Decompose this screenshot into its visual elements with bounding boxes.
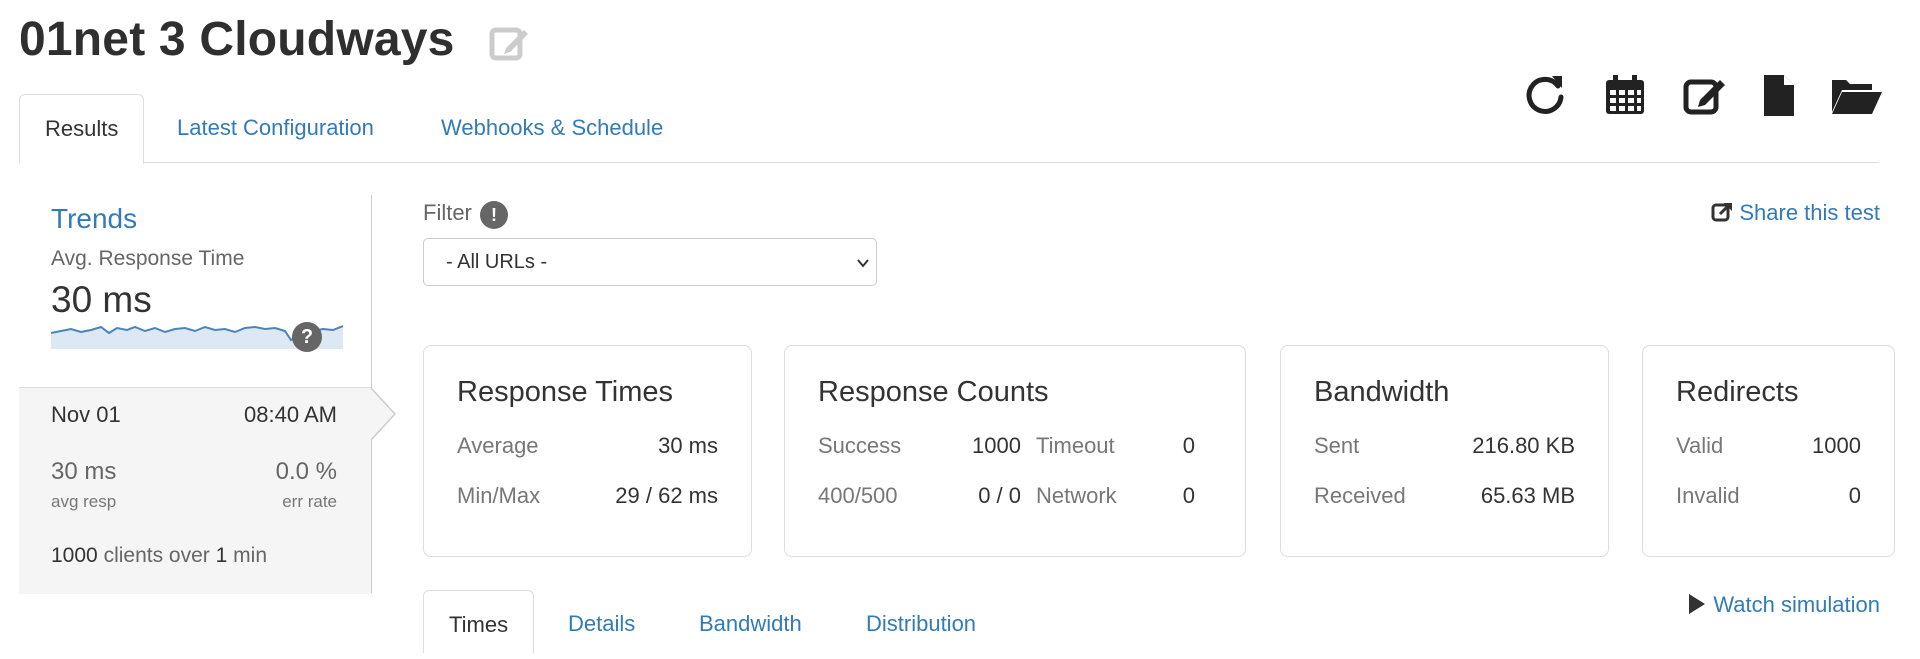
trends-value: 30 ms <box>51 279 152 320</box>
network-label: Network <box>1036 483 1117 508</box>
trend-clients-text: clients over <box>103 544 210 567</box>
error-4xx5xx-label: 400/500 <box>818 483 898 508</box>
trend-duration-num: 1 <box>215 544 228 567</box>
response-times-title: Response Times <box>457 376 673 408</box>
sent-value: 216.80 KB <box>1472 433 1575 458</box>
valid-label: Valid <box>1676 433 1724 458</box>
average-value: 30 ms <box>658 433 718 458</box>
url-filter-selected: - All URLs - <box>446 251 548 273</box>
trend-err-label: err rate <box>282 492 337 511</box>
success-label: Success <box>818 433 902 458</box>
success-value: 1000 <box>972 433 1021 458</box>
edit-title-icon[interactable] <box>488 22 530 64</box>
filter-info-icon[interactable]: ! <box>480 201 508 229</box>
url-filter-select[interactable]: - All URLs - <box>423 238 877 286</box>
watch-simulation-label: Watch simulation <box>1713 592 1880 617</box>
page-title: 01net 3 Cloudways <box>19 13 455 66</box>
trends-help-icon[interactable]: ? <box>292 322 322 352</box>
trends-header: Trends Avg. Response Time 30 ms ? <box>19 195 371 387</box>
subtab-bandwidth[interactable]: Bandwidth <box>674 590 827 652</box>
received-label: Received <box>1314 483 1406 508</box>
subtab-distribution[interactable]: Distribution <box>841 590 1001 652</box>
watch-simulation-link[interactable]: Watch simulation <box>1689 592 1880 618</box>
trend-err-value: 0.0 % <box>275 458 337 485</box>
invalid-value: 0 <box>1848 483 1861 508</box>
timeout-label: Timeout <box>1036 433 1115 458</box>
share-test-link[interactable]: Share this test <box>1711 200 1880 226</box>
response-counts-title: Response Counts <box>818 376 1049 408</box>
received-value: 65.63 MB <box>1480 483 1575 508</box>
redirects-title: Redirects <box>1676 376 1799 408</box>
average-label: Average <box>457 433 539 458</box>
trends-subtitle: Avg. Response Time <box>51 247 245 270</box>
network-value: 0 <box>1182 483 1195 508</box>
trend-card-pointer <box>371 388 397 440</box>
trend-avg-label: avg resp <box>51 492 117 511</box>
subtab-details[interactable]: Details <box>543 590 660 652</box>
result-subtabs: Times Details Bandwidth Distribution <box>423 590 1880 653</box>
share-test-label: Share this test <box>1739 200 1880 225</box>
trends-panel: Trends Avg. Response Time 30 ms ? Nov 01… <box>19 195 372 594</box>
bandwidth-card: Bandwidth Sent 216.80 KB Received 65.63 … <box>1280 345 1609 557</box>
response-times-card: Response Times Average 30 ms Min/Max 29 … <box>423 345 752 557</box>
trend-clients-count: 1000 <box>51 544 98 567</box>
timeout-value: 0 <box>1182 433 1195 458</box>
trends-title[interactable]: Trends <box>51 203 137 235</box>
minmax-value: 29 / 62 ms <box>615 483 718 508</box>
trend-avg-value: 30 ms <box>51 458 117 485</box>
invalid-label: Invalid <box>1676 483 1740 508</box>
tab-webhooks-schedule[interactable]: Webhooks & Schedule <box>416 94 688 162</box>
sent-label: Sent <box>1314 433 1360 458</box>
response-counts-card: Response Counts Success 1000 Timeout 0 4… <box>784 345 1246 557</box>
minmax-label: Min/Max <box>457 483 541 508</box>
chevron-down-icon <box>857 259 869 268</box>
error-4xx5xx-value: 0 / 0 <box>978 483 1021 508</box>
redirects-card: Redirects Valid 1000 Invalid 0 <box>1642 345 1895 557</box>
main-tabs: Results Latest Configuration Webhooks & … <box>19 94 1879 164</box>
trend-duration-unit: min <box>233 544 267 567</box>
trend-clients: 1000 clients over 1 min <box>51 544 267 568</box>
trend-date: Nov 01 <box>51 402 121 427</box>
subtab-times[interactable]: Times <box>423 590 535 653</box>
share-icon <box>1711 202 1733 222</box>
filter-label: Filter <box>423 200 472 225</box>
trend-card[interactable]: Nov 01 08:40 AM 30 ms avg resp 0.0 % err… <box>19 387 371 594</box>
trend-time: 08:40 AM <box>244 402 337 427</box>
tab-results[interactable]: Results <box>19 94 145 164</box>
bandwidth-title: Bandwidth <box>1314 376 1450 408</box>
tab-latest-configuration[interactable]: Latest Configuration <box>152 94 399 162</box>
play-icon <box>1689 594 1706 614</box>
valid-value: 1000 <box>1812 433 1861 458</box>
